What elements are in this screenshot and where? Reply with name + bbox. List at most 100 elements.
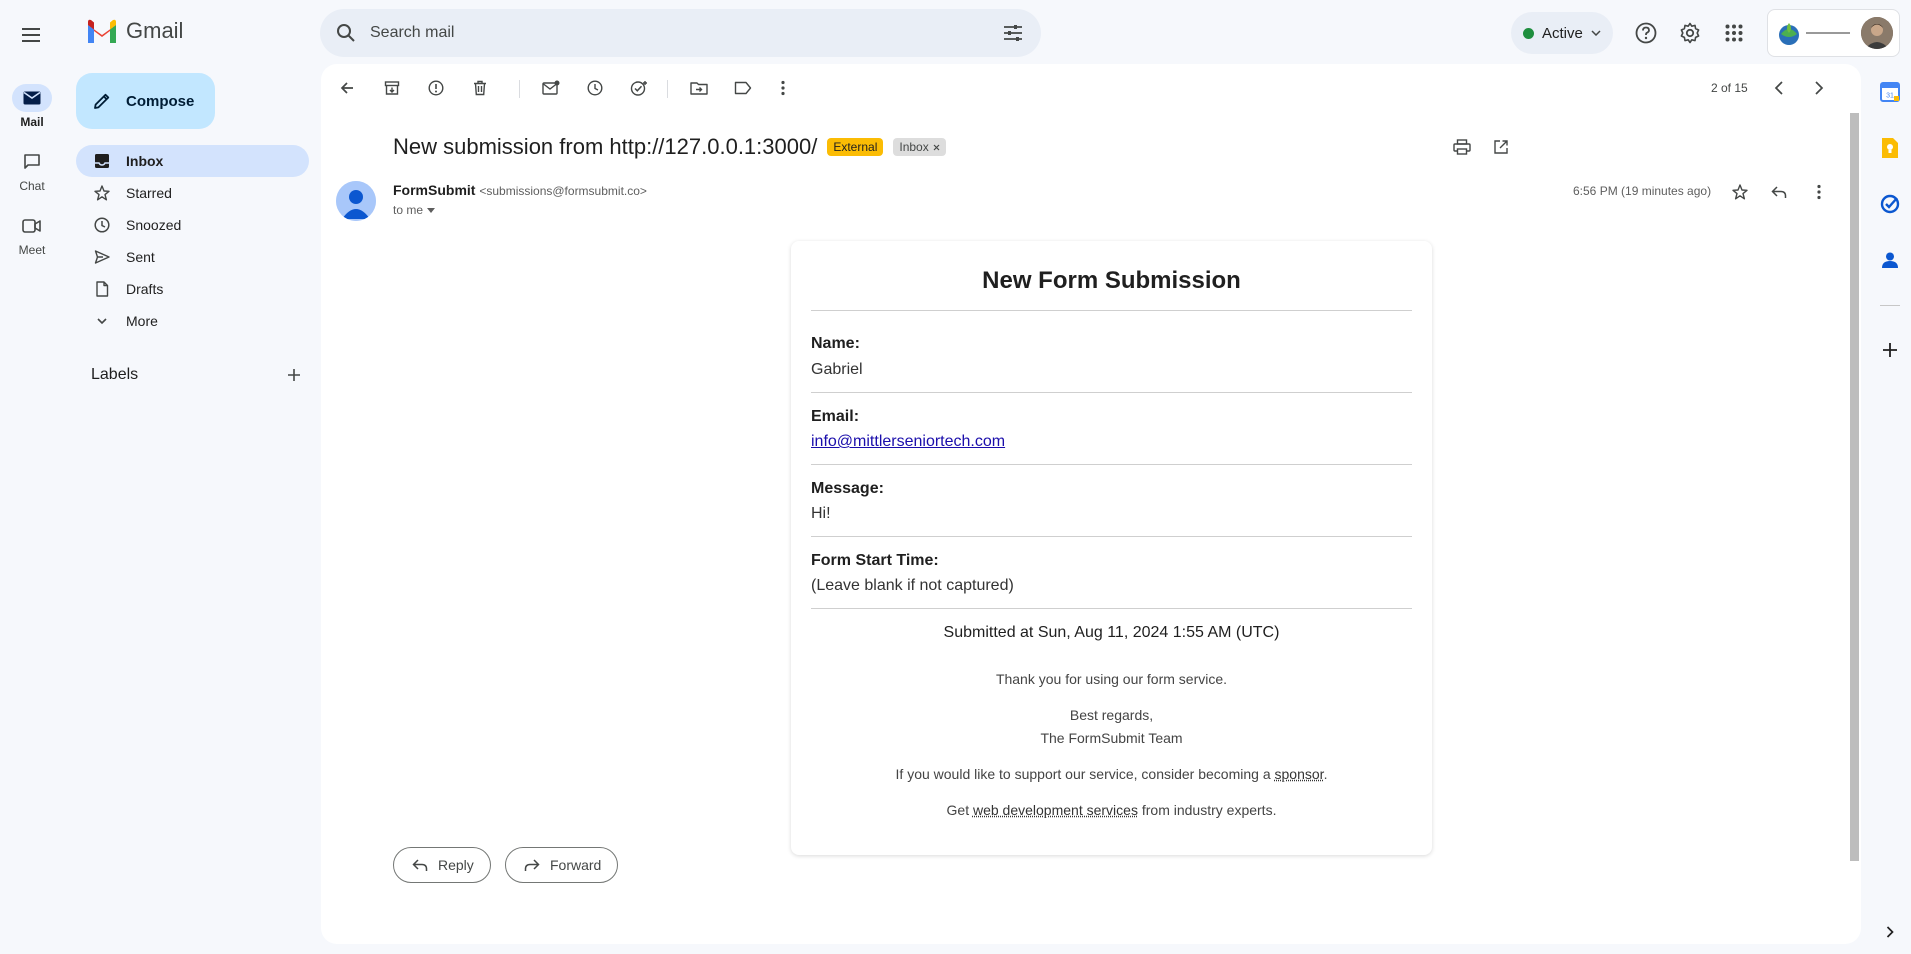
nav-item-label: Drafts — [126, 281, 164, 297]
external-badge: External — [827, 138, 884, 156]
web-dev-services-link[interactable]: web development services — [973, 802, 1138, 818]
pencil-icon — [94, 93, 110, 109]
divider — [811, 392, 1412, 393]
caret-down-icon — [427, 207, 436, 213]
sponsor-link[interactable]: sponsor — [1275, 766, 1324, 782]
delete-button[interactable] — [464, 72, 496, 104]
account-switcher[interactable] — [1767, 9, 1900, 57]
rail-meet[interactable]: Meet — [0, 212, 64, 257]
field-label-name: Name: — [811, 335, 860, 352]
archive-icon — [384, 81, 400, 95]
send-icon — [94, 250, 110, 264]
field-label-form-start-time: Form Start Time: — [811, 552, 939, 569]
clock-icon — [94, 217, 110, 233]
contacts-app-button[interactable] — [1876, 246, 1904, 274]
chevron-right-icon — [1886, 926, 1894, 938]
nav-item-snoozed[interactable]: Snoozed — [76, 209, 309, 241]
star-message-button[interactable] — [1724, 176, 1756, 208]
side-panel-divider — [1880, 305, 1900, 306]
rail-chat-label: Chat — [19, 179, 45, 193]
nav-item-inbox[interactable]: Inbox — [76, 145, 309, 177]
mail-nav: Inbox Starred Snoozed Sent Drafts More — [76, 145, 309, 337]
rail-mail[interactable]: Mail — [0, 84, 64, 129]
nav-item-label: More — [126, 313, 158, 329]
status-label: Active — [1542, 24, 1583, 42]
add-to-tasks-button[interactable] — [623, 72, 655, 104]
status-selector[interactable]: Active — [1511, 12, 1613, 54]
nav-item-sent[interactable]: Sent — [76, 241, 309, 273]
chevron-right-icon — [1815, 81, 1824, 95]
svg-text:31: 31 — [1886, 93, 1894, 100]
reply-button[interactable]: Reply — [393, 847, 491, 883]
apps-button[interactable] — [1714, 13, 1754, 53]
newer-button[interactable] — [1763, 72, 1795, 104]
search-bar[interactable] — [320, 9, 1041, 57]
report-spam-button[interactable] — [420, 72, 452, 104]
field-value-name: Gabriel — [811, 361, 863, 378]
add-label-icon[interactable] — [287, 368, 301, 382]
services-text-post: from industry experts. — [1137, 802, 1277, 818]
nav-item-more[interactable]: More — [76, 305, 309, 337]
inbox-label-chip[interactable]: Inbox — [893, 138, 946, 156]
contacts-icon — [1882, 252, 1898, 268]
print-button[interactable] — [1446, 131, 1478, 163]
keep-app-button[interactable] — [1876, 134, 1904, 162]
rail-chat[interactable]: Chat — [0, 148, 64, 193]
labels-button[interactable] — [727, 72, 759, 104]
divider — [811, 536, 1412, 537]
reply-icon-button[interactable] — [1763, 176, 1795, 208]
settings-button[interactable] — [1670, 13, 1710, 53]
reply-icon — [1771, 186, 1787, 198]
email-link[interactable]: info@mittlerseniortech.com — [811, 433, 1005, 450]
message-timestamp: 6:56 PM (19 minutes ago) — [1573, 184, 1712, 198]
search-options-button[interactable] — [993, 13, 1033, 53]
snooze-button[interactable] — [579, 72, 611, 104]
arrow-left-icon — [340, 82, 353, 94]
tasks-app-button[interactable] — [1876, 190, 1904, 218]
nav-item-drafts[interactable]: Drafts — [76, 273, 309, 305]
field-value-form-start-time: (Leave blank if not captured) — [811, 577, 1014, 594]
user-avatar — [1861, 17, 1893, 49]
open-in-new-window-button[interactable] — [1485, 131, 1517, 163]
forward-label: Forward — [550, 857, 602, 873]
divider — [811, 608, 1412, 609]
help-icon — [1635, 22, 1657, 44]
recipient-details-toggle[interactable]: to me — [393, 203, 436, 217]
forward-button[interactable]: Forward — [505, 847, 619, 883]
move-to-button[interactable] — [683, 72, 715, 104]
message-more-button[interactable] — [1803, 176, 1835, 208]
divider — [811, 464, 1412, 465]
more-actions-button[interactable] — [767, 72, 799, 104]
message-view: 2 of 15 New submission from http://127.0… — [321, 64, 1861, 944]
main-menu-button[interactable] — [12, 15, 52, 55]
scrollbar-thumb[interactable] — [1850, 113, 1859, 861]
inbox-label-text: Inbox — [899, 140, 929, 154]
org-logo-icon — [1779, 23, 1799, 45]
compose-button[interactable]: Compose — [76, 73, 215, 129]
search-input[interactable] — [370, 24, 993, 42]
close-icon[interactable] — [933, 144, 940, 151]
recipient-text: to me — [393, 203, 424, 217]
gear-icon — [1680, 22, 1700, 44]
chevron-down-icon — [1591, 30, 1601, 36]
search-button[interactable] — [334, 21, 358, 45]
chevron-down-icon — [97, 318, 107, 325]
label-icon — [734, 81, 752, 95]
nav-item-label: Snoozed — [126, 217, 182, 233]
rail-mail-label: Mail — [20, 115, 44, 129]
star-icon — [94, 185, 110, 201]
gmail-logo[interactable]: Gmail — [86, 18, 183, 44]
compose-label: Compose — [126, 92, 195, 110]
show-side-panel-button[interactable] — [1876, 918, 1904, 946]
nav-item-label: Sent — [126, 249, 155, 265]
search-icon — [337, 24, 355, 42]
toolbar-divider — [519, 80, 520, 98]
archive-button[interactable] — [376, 72, 408, 104]
mark-unread-button[interactable] — [535, 72, 567, 104]
get-add-ons-button[interactable] — [1876, 336, 1904, 364]
back-button[interactable] — [331, 72, 363, 104]
older-button[interactable] — [1803, 72, 1835, 104]
calendar-app-button[interactable]: 31 — [1876, 78, 1904, 106]
support-button[interactable] — [1626, 13, 1666, 53]
nav-item-starred[interactable]: Starred — [76, 177, 309, 209]
